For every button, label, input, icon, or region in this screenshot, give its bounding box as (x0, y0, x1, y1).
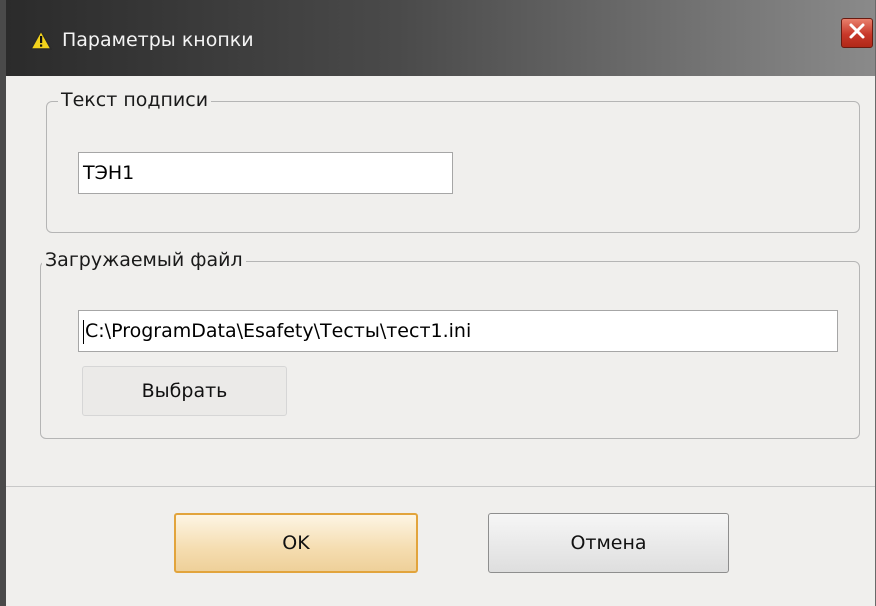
file-path-value: C:\ProgramData\Esafety\Тесты\тест1.ini (85, 320, 472, 342)
cancel-button[interactable]: Отмена (488, 513, 729, 573)
close-icon (848, 22, 866, 44)
button-footer (6, 488, 875, 606)
ok-button-label: OK (282, 532, 310, 554)
close-button[interactable] (841, 18, 873, 48)
title-bar[interactable]: Параметры кнопки (6, 0, 875, 76)
caption-group-legend: Текст подписи (58, 89, 212, 111)
browse-button-label: Выбрать (141, 380, 228, 402)
file-path-input[interactable]: C:\ProgramData\Esafety\Тесты\тест1.ini (78, 310, 838, 352)
title-bar-content: Параметры кнопки (30, 22, 254, 58)
cancel-button-label: Отмена (570, 532, 647, 554)
window-title: Параметры кнопки (62, 29, 254, 51)
warning-icon (30, 30, 52, 50)
dialog-window: Параметры кнопки Текст подписи ТЭН1 Загр… (0, 0, 876, 606)
caption-input[interactable]: ТЭН1 (78, 152, 453, 194)
browse-button[interactable]: Выбрать (82, 366, 287, 416)
text-caret (83, 319, 84, 344)
ok-button[interactable]: OK (174, 513, 418, 573)
file-group-legend: Загружаемый файл (42, 249, 246, 271)
